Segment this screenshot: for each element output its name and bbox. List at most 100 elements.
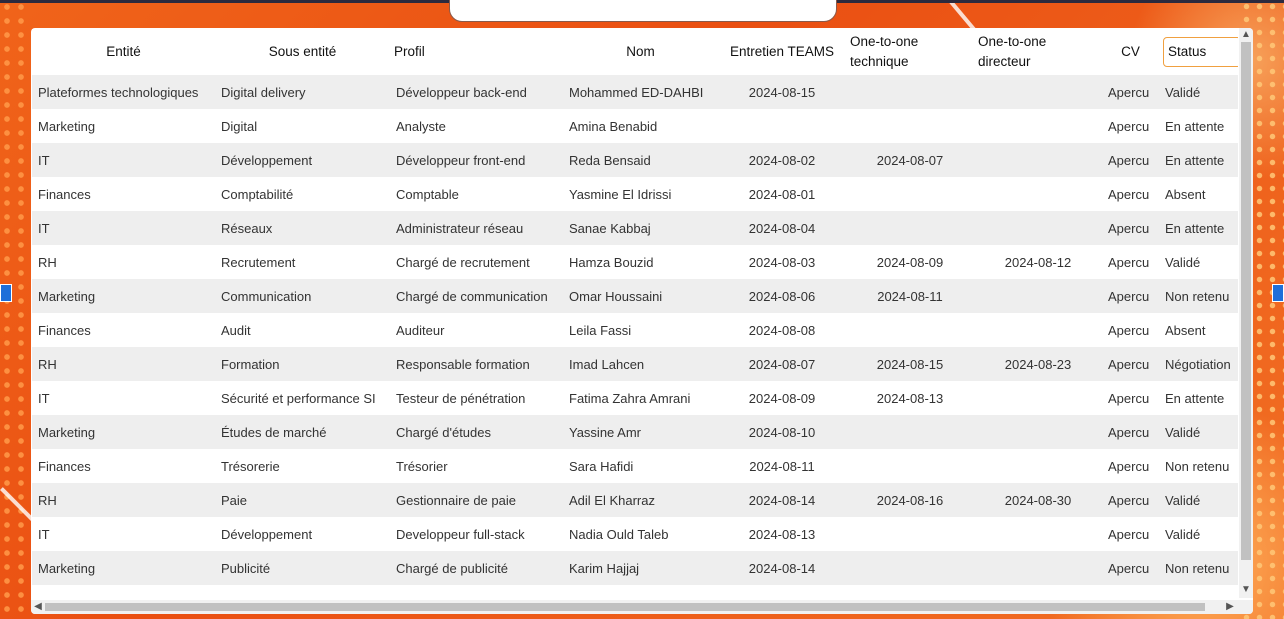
cell-nom: Nadia Ould Taleb: [563, 517, 718, 551]
table-row[interactable]: Marketing Publicité Chargé de publicité Kar…: [32, 551, 1238, 585]
cell-entretien-teams: 2024-08-10: [718, 415, 846, 449]
cell-one-to-one-technique: [846, 313, 974, 347]
table-row[interactable]: RH Formation Responsable formation Imad Lah…: [32, 347, 1238, 381]
cell-entretien-teams: 2024-08-02: [718, 143, 846, 177]
table-row[interactable]: Finances Comptabilité Comptable Yasmine El …: [32, 177, 1238, 211]
cv-preview-link[interactable]: Apercu: [1102, 75, 1159, 109]
vertical-scrollbar[interactable]: ▲ ▼: [1239, 28, 1253, 598]
table-row[interactable]: IT Développement Développeur front-end Reda…: [32, 143, 1238, 177]
resize-handle-left[interactable]: [0, 284, 12, 302]
col-header-one-to-one-directeur[interactable]: One-to-one directeur: [974, 29, 1102, 75]
cell-entite: Finances: [32, 313, 215, 347]
cell-status: Validé: [1159, 483, 1238, 517]
cell-status: Validé: [1159, 517, 1238, 551]
cell-profil: Testeur de pénétration: [390, 381, 563, 415]
cell-profil: Chargé de recrutement: [390, 245, 563, 279]
cell-one-to-one-directeur: [974, 381, 1102, 415]
horizontal-scroll-thumb[interactable]: [45, 603, 1205, 611]
cell-profil: Trésorier: [390, 449, 563, 483]
cell-entite: Marketing: [32, 551, 215, 585]
cv-preview-link[interactable]: Apercu: [1102, 245, 1159, 279]
cell-entite: IT: [32, 143, 215, 177]
cv-preview-link[interactable]: Apercu: [1102, 449, 1159, 483]
table-row[interactable]: Plateformes technologiques Digital delive…: [32, 75, 1238, 109]
col-header-status[interactable]: Status: [1159, 29, 1238, 75]
cell-entretien-teams: 2024-08-06: [718, 279, 846, 313]
col-header-sous-entite[interactable]: Sous entité: [215, 29, 390, 75]
resize-handle-right[interactable]: [1272, 284, 1284, 302]
cell-profil: Auditeur: [390, 313, 563, 347]
scroll-up-arrow-icon[interactable]: ▲: [1239, 29, 1253, 41]
cell-entretien-teams: 2024-08-07: [718, 347, 846, 381]
table-header-row: Entité Sous entité Profil Nom Entretien …: [32, 29, 1238, 75]
table-row[interactable]: IT Sécurité et performance SI Testeur de p…: [32, 381, 1238, 415]
cv-preview-link[interactable]: Apercu: [1102, 415, 1159, 449]
status-sort-box[interactable]: Status: [1163, 37, 1238, 67]
col-header-one-to-one-technique[interactable]: One-to-one technique: [846, 29, 974, 75]
cell-profil: Analyste: [390, 109, 563, 143]
cell-one-to-one-technique: [846, 415, 974, 449]
cell-one-to-one-directeur: [974, 109, 1102, 143]
horizontal-scrollbar[interactable]: ◀ ▶: [31, 600, 1253, 614]
table-row[interactable]: Marketing Communication Chargé de communic…: [32, 279, 1238, 313]
table-row[interactable]: Finances Trésorerie Trésorier Sara Hafidi 20…: [32, 449, 1238, 483]
cell-entite: Marketing: [32, 109, 215, 143]
cv-preview-link[interactable]: Apercu: [1102, 177, 1159, 211]
decorative-dots-left: [0, 0, 32, 619]
cell-entite: Marketing: [32, 415, 215, 449]
table-row[interactable]: Marketing Digital Analyste Amina Benabid Ape…: [32, 109, 1238, 143]
cv-preview-link[interactable]: Apercu: [1102, 109, 1159, 143]
cell-status: Absent: [1159, 313, 1238, 347]
col-header-entite[interactable]: Entité: [32, 29, 215, 75]
cv-preview-link[interactable]: Apercu: [1102, 381, 1159, 415]
vertical-scroll-thumb[interactable]: [1241, 42, 1251, 560]
cell-entretien-teams: [718, 109, 846, 143]
cv-preview-link[interactable]: Apercu: [1102, 517, 1159, 551]
table-row[interactable]: Finances Audit Auditeur Leila Fassi 2024-08-…: [32, 313, 1238, 347]
cell-nom: Fatima Zahra Amrani: [563, 381, 718, 415]
candidates-table: Entité Sous entité Profil Nom Entretien …: [32, 29, 1238, 585]
cell-profil: Responsable formation: [390, 347, 563, 381]
cell-one-to-one-directeur: [974, 415, 1102, 449]
col-header-cv[interactable]: CV: [1102, 29, 1159, 75]
cv-preview-link[interactable]: Apercu: [1102, 483, 1159, 517]
scroll-left-arrow-icon[interactable]: ◀: [31, 601, 45, 613]
cv-preview-link[interactable]: Apercu: [1102, 347, 1159, 381]
cell-profil: Chargé d'études: [390, 415, 563, 449]
cv-preview-link[interactable]: Apercu: [1102, 211, 1159, 245]
cv-preview-link[interactable]: Apercu: [1102, 143, 1159, 177]
table-row[interactable]: Marketing Études de marché Chargé d'études…: [32, 415, 1238, 449]
cell-entite: Plateformes technologiques: [32, 75, 215, 109]
table-row[interactable]: RH Paie Gestionnaire de paie Adil El Kharra…: [32, 483, 1238, 517]
cell-entretien-teams: 2024-08-04: [718, 211, 846, 245]
col-header-entretien-teams[interactable]: Entretien TEAMS: [718, 29, 846, 75]
cell-sous-entite: Digital delivery: [215, 75, 390, 109]
col-header-profil[interactable]: Profil: [390, 29, 563, 75]
cell-sous-entite: Sécurité et performance SI: [215, 381, 390, 415]
cell-one-to-one-directeur: [974, 177, 1102, 211]
cell-one-to-one-directeur: [974, 75, 1102, 109]
cv-preview-link[interactable]: Apercu: [1102, 279, 1159, 313]
table-row[interactable]: RH Recrutement Chargé de recrutement Hamza …: [32, 245, 1238, 279]
cell-status: Validé: [1159, 245, 1238, 279]
cell-nom: Karim Hajjaj: [563, 551, 718, 585]
cell-one-to-one-directeur: [974, 313, 1102, 347]
cell-sous-entite: Développement: [215, 143, 390, 177]
cell-one-to-one-technique: [846, 551, 974, 585]
cell-status: Non retenu: [1159, 551, 1238, 585]
cv-preview-link[interactable]: Apercu: [1102, 551, 1159, 585]
col-header-nom[interactable]: Nom: [563, 29, 718, 75]
cell-nom: Omar Houssaini: [563, 279, 718, 313]
scroll-right-arrow-icon[interactable]: ▶: [1223, 601, 1237, 613]
cell-sous-entite: Recrutement: [215, 245, 390, 279]
table-row[interactable]: IT Développement Developpeur full-stack Nad…: [32, 517, 1238, 551]
cell-one-to-one-directeur: 2024-08-12: [974, 245, 1102, 279]
cell-one-to-one-technique: 2024-08-13: [846, 381, 974, 415]
table-row[interactable]: IT Réseaux Administrateur réseau Sanae Kabb…: [32, 211, 1238, 245]
cv-preview-link[interactable]: Apercu: [1102, 313, 1159, 347]
cell-entretien-teams: 2024-08-15: [718, 75, 846, 109]
cell-one-to-one-technique: [846, 177, 974, 211]
table-viewport[interactable]: Entité Sous entité Profil Nom Entretien …: [32, 29, 1238, 599]
scroll-down-arrow-icon[interactable]: ▼: [1239, 584, 1253, 596]
cell-status: Validé: [1159, 415, 1238, 449]
